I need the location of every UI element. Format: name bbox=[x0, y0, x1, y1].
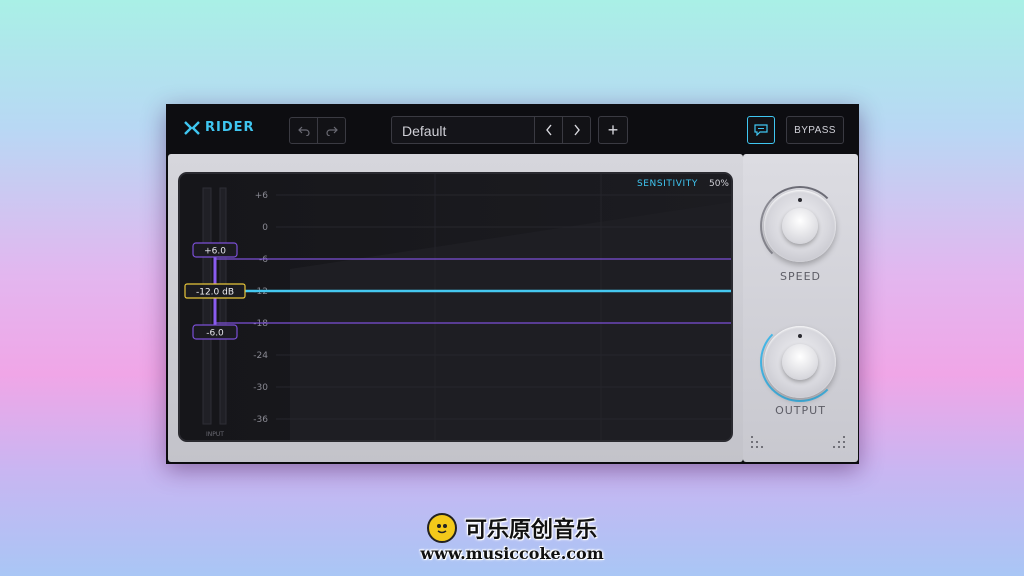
undo-button[interactable] bbox=[289, 117, 318, 144]
input-label: INPUT bbox=[206, 431, 224, 438]
watermark-title-text: 可乐原创音乐 bbox=[464, 518, 597, 543]
preset-selector[interactable]: Default bbox=[391, 116, 535, 144]
db-scale-label: -6 bbox=[259, 255, 268, 265]
chat-icon bbox=[754, 124, 768, 136]
add-preset-button[interactable]: + bbox=[598, 116, 628, 144]
output-knob-pointer bbox=[798, 334, 802, 338]
sensitivity-value[interactable]: 50% bbox=[709, 179, 729, 189]
rider-plugin-window: RIDER Default + BYPASS SENSITIVITY 50% +… bbox=[166, 104, 859, 464]
cola-face-icon bbox=[433, 520, 450, 536]
speed-knob[interactable] bbox=[764, 190, 836, 262]
upper-range-handle[interactable]: +6.0 bbox=[192, 242, 238, 258]
rider-logo-icon bbox=[184, 120, 200, 135]
toolbar: RIDER Default + BYPASS bbox=[166, 104, 859, 154]
speed-knob-cap bbox=[782, 208, 818, 244]
chevron-right-icon bbox=[573, 124, 580, 136]
cola-logo-icon bbox=[426, 513, 457, 543]
display-panel: SENSITIVITY 50% +60-6-12-18-24-30-36 INP… bbox=[168, 154, 743, 462]
app-logo: RIDER bbox=[184, 120, 255, 135]
db-scale-label: -18 bbox=[253, 319, 268, 329]
lower-range-value: -6.0 bbox=[206, 329, 224, 339]
lower-range-handle[interactable]: -6.0 bbox=[192, 324, 238, 340]
bypass-button[interactable]: BYPASS bbox=[786, 116, 844, 144]
fader-track bbox=[219, 187, 227, 425]
watermark-url[interactable]: www.musiccoke.com bbox=[0, 544, 1024, 563]
resize-grip-left-icon bbox=[751, 436, 767, 450]
redo-button[interactable] bbox=[317, 117, 346, 144]
output-knob[interactable] bbox=[764, 326, 836, 398]
redo-icon bbox=[325, 126, 338, 136]
output-label: OUTPUT bbox=[775, 404, 826, 417]
resize-grip-right-icon[interactable] bbox=[833, 436, 849, 450]
next-preset-button[interactable] bbox=[562, 116, 591, 144]
db-scale-label: -24 bbox=[253, 351, 268, 361]
target-value: -12.0 dB bbox=[196, 288, 234, 298]
watermark: 可乐原创音乐 www.musiccoke.com bbox=[0, 512, 1024, 563]
db-scale-label: -30 bbox=[253, 383, 268, 393]
input-meter-track bbox=[202, 187, 212, 425]
previous-preset-button[interactable] bbox=[534, 116, 563, 144]
gain-display-graph: SENSITIVITY 50% +60-6-12-18-24-30-36 INP… bbox=[180, 174, 731, 440]
db-scale-label: +6 bbox=[255, 191, 269, 201]
speed-label: SPEED bbox=[780, 270, 821, 283]
watermark-title: 可乐原创音乐 bbox=[426, 512, 597, 544]
db-scale-label: -36 bbox=[253, 415, 268, 425]
app-name: RIDER bbox=[205, 120, 255, 135]
output-knob-cap bbox=[782, 344, 818, 380]
knob-panel: SPEED OUTPUT bbox=[743, 154, 858, 462]
db-scale-label: 0 bbox=[262, 223, 268, 233]
speed-knob-pointer bbox=[798, 198, 802, 202]
feedback-button[interactable] bbox=[747, 116, 775, 144]
gain-display: SENSITIVITY 50% +60-6-12-18-24-30-36 INP… bbox=[178, 172, 733, 442]
chevron-left-icon bbox=[545, 124, 552, 136]
target-handle[interactable]: -12.0 dB bbox=[184, 283, 246, 299]
sensitivity-label[interactable]: SENSITIVITY bbox=[637, 179, 698, 189]
upper-range-value: +6.0 bbox=[204, 247, 226, 257]
undo-icon bbox=[297, 126, 310, 136]
